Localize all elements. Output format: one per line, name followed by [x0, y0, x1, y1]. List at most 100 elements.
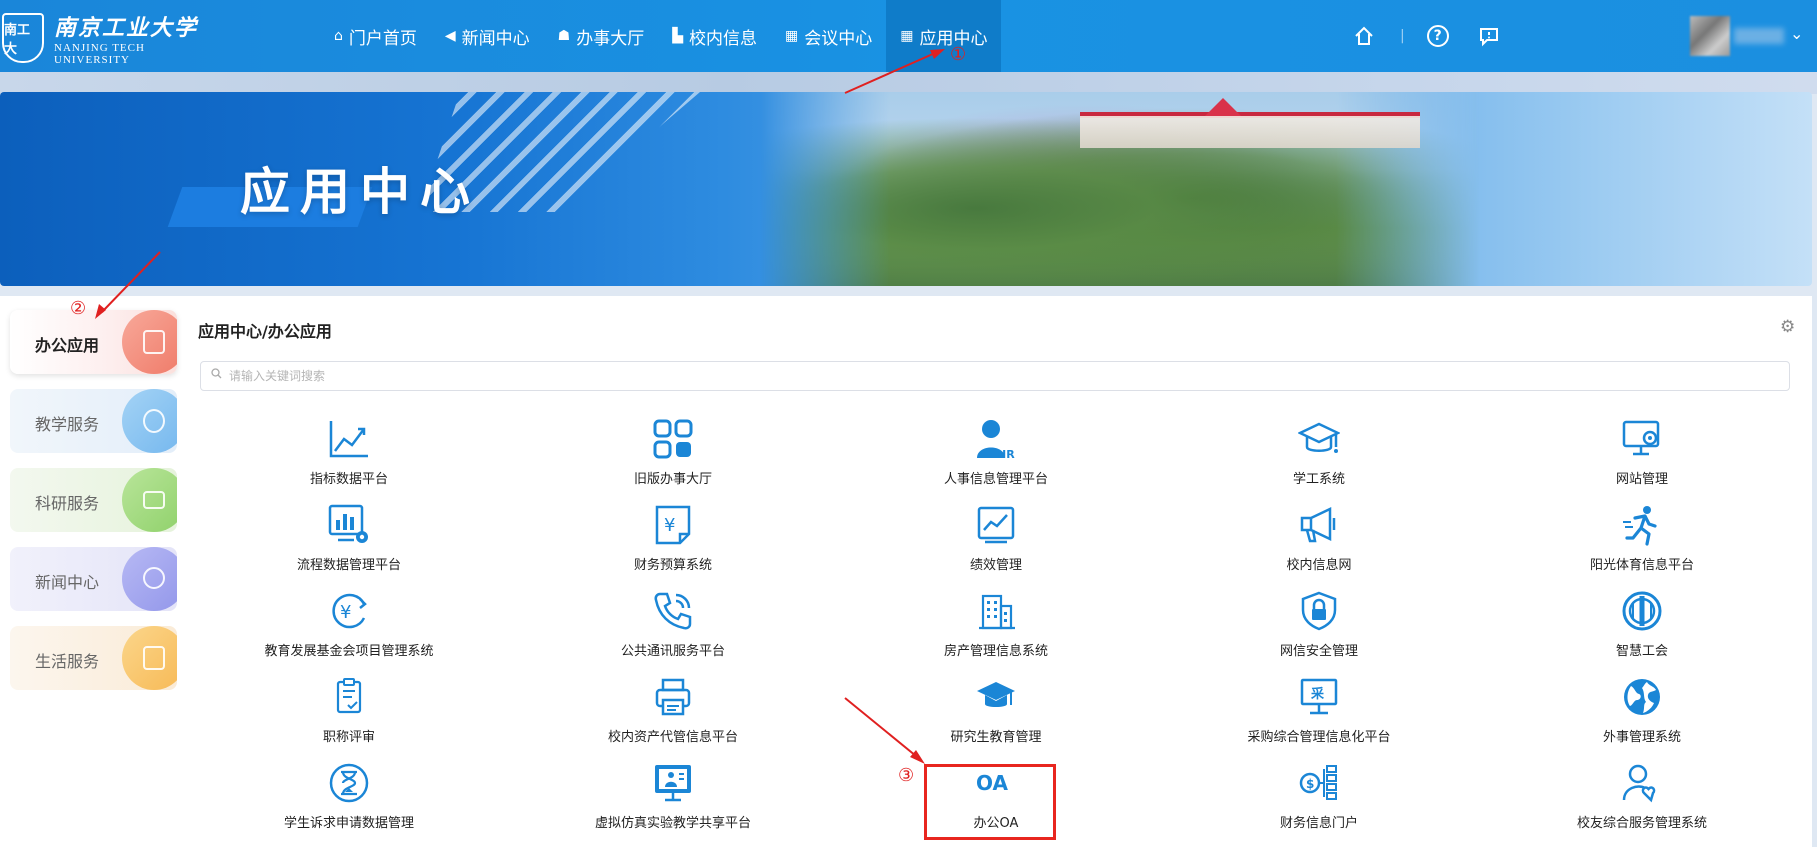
sidebar-item-research-services[interactable]: 科研服务 [10, 468, 177, 532]
svg-text:¥: ¥ [340, 602, 351, 623]
app-performance-management[interactable]: 绩效管理 [878, 504, 1108, 584]
app-alumni-service-system[interactable]: 校友综合服务管理系统 [1524, 762, 1754, 842]
sidebar-item-label: 教学服务 [35, 415, 100, 434]
app-process-data-platform[interactable]: 流程数据管理平台 [231, 504, 461, 584]
chevron-down-icon[interactable]: ⌄ [1790, 24, 1803, 43]
app-label: 虚拟仿真实验教学共享平台 [594, 816, 751, 831]
app-label: 校友综合服务管理系统 [1576, 816, 1707, 831]
home-icon[interactable] [1350, 22, 1378, 50]
search-icon [211, 368, 222, 382]
message-icon[interactable] [1475, 22, 1503, 50]
app-legacy-service-hall[interactable]: 旧版办事大厅 [555, 418, 785, 498]
graduation-cap-icon [1298, 418, 1340, 460]
app-label: 阳光体育信息平台 [1589, 558, 1694, 573]
search-box[interactable] [200, 361, 1790, 391]
app-label: 外事管理系统 [1602, 730, 1681, 745]
sidebar-item-news-center[interactable]: 新闻中心 [10, 547, 177, 611]
annotation-highlight-box [924, 764, 1056, 840]
app-finance-info-portal[interactable]: $ 财务信息门户 [1201, 762, 1431, 842]
app-property-management-system[interactable]: 房产管理信息系统 [878, 590, 1108, 670]
help-icon[interactable]: ? [1426, 25, 1449, 47]
app-sunshine-sports-platform[interactable]: 阳光体育信息平台 [1524, 504, 1754, 584]
svg-text:¥: ¥ [664, 515, 675, 536]
app-indicator-data-platform[interactable]: 指标数据平台 [231, 418, 461, 498]
svg-text:采: 采 [1310, 686, 1325, 702]
app-campus-info-network[interactable]: 校内信息网 [1201, 504, 1431, 584]
clipboard-check-icon [328, 676, 370, 718]
app-smart-union[interactable]: 智慧工会 [1524, 590, 1754, 670]
app-public-communication-platform[interactable]: 公共通讯服务平台 [555, 590, 785, 670]
app-virtual-simulation-platform[interactable]: 虚拟仿真实验教学共享平台 [555, 762, 785, 842]
app-label: 教育发展基金会项目管理系统 [264, 644, 434, 659]
search-input[interactable] [229, 366, 1769, 386]
logo-text: 南京工业大学 NANJING TECH UNIVERSITY [54, 10, 198, 66]
app-graduate-education-management[interactable]: 研究生教育管理 [878, 676, 1108, 756]
app-label: 人事信息管理平台 [943, 472, 1048, 487]
chat-bubble-icon [143, 567, 165, 589]
banner: 应用中心 [0, 92, 1812, 286]
sidebar-item-office-apps[interactable]: 办公应用 [10, 310, 177, 374]
nav-item-news-center[interactable]: ◀ 新闻中心 [431, 0, 544, 72]
university-logo[interactable]: 南工大 南京工业大学 NANJING TECH UNIVERSITY [2, 10, 198, 66]
app-label: 采购综合管理信息化平台 [1247, 730, 1391, 745]
nav-label: 办事大厅 [576, 28, 645, 49]
megaphone-icon: ◀ [444, 28, 456, 44]
sidebar-item-teaching-services[interactable]: 教学服务 [10, 389, 177, 453]
gear-icon[interactable]: ⚙ [1780, 317, 1795, 337]
header-tools: | ? [1350, 0, 1503, 72]
app-label: 财务信息门户 [1279, 816, 1358, 831]
annotation-step-3: ③ [898, 765, 915, 786]
university-seal-icon: 南工大 [2, 13, 44, 63]
app-professional-title-review[interactable]: 职称评审 [231, 676, 461, 756]
phone-icon [652, 590, 694, 632]
bar-chart-gear-icon [328, 504, 370, 546]
svg-text:HR: HR [997, 448, 1015, 460]
nav-item-campus-info[interactable]: ▙ 校内信息 [658, 0, 771, 72]
app-label: 职称评审 [322, 730, 375, 745]
table-icon: ▦ [785, 28, 799, 44]
app-label: 学工系统 [1292, 472, 1345, 487]
nav-label: 新闻中心 [461, 28, 530, 49]
logo-english-line-1: NANJING TECH [54, 42, 145, 54]
top-navbar: 南工大 南京工业大学 NANJING TECH UNIVERSITY ⌂ 门户首… [0, 0, 1817, 72]
megaphone-icon [1298, 504, 1340, 546]
user-name-blurred [1734, 28, 1784, 44]
nav-label: 校内信息 [689, 28, 758, 49]
app-label: 流程数据管理平台 [296, 558, 401, 573]
banner-title: 应用中心 [240, 163, 480, 221]
hr-person-icon: HR [975, 418, 1017, 460]
runner-icon [1621, 504, 1663, 546]
app-label: 网信安全管理 [1279, 644, 1358, 659]
user-avatar[interactable] [1690, 16, 1730, 56]
app-hr-info-platform[interactable]: HR 人事信息管理平台 [878, 418, 1108, 498]
app-student-appeal-data-management[interactable]: 学生诉求申请数据管理 [231, 762, 461, 842]
annotation-step-1: ① [950, 44, 967, 65]
monitor-gear-icon [1621, 418, 1663, 460]
app-student-affairs-system[interactable]: 学工系统 [1201, 418, 1431, 498]
app-asset-custody-platform[interactable]: 校内资产代管信息平台 [555, 676, 785, 756]
logo-english-line-2: UNIVERSITY [54, 54, 130, 66]
sidebar-item-life-services[interactable]: 生活服务 [10, 626, 177, 690]
procurement-screen-icon: 采 [1298, 676, 1340, 718]
app-label: 网站管理 [1615, 472, 1668, 487]
screen-icon [143, 491, 165, 509]
app-finance-budget-system[interactable]: ¥ 财务预算系统 [555, 504, 785, 584]
teacher-icon [143, 409, 165, 433]
app-cyber-security-management[interactable]: 网信安全管理 [1201, 590, 1431, 670]
nav-item-meeting-center[interactable]: ▦ 会议中心 [771, 0, 886, 72]
app-label: 旧版办事大厅 [633, 472, 712, 487]
campus-building [1080, 116, 1420, 148]
presentation-screen-icon [652, 762, 694, 804]
app-procurement-management-platform[interactable]: 采 采购综合管理信息化平台 [1201, 676, 1431, 756]
grid-icon: ▦ [900, 28, 914, 44]
nav-item-service-hall[interactable]: ☗ 办事大厅 [544, 0, 659, 72]
app-foreign-affairs-system[interactable]: 外事管理系统 [1524, 676, 1754, 756]
buildings-icon [975, 590, 1017, 632]
nav-item-portal-home[interactable]: ⌂ 门户首页 [320, 0, 431, 72]
nav-item-app-center[interactable]: ▦ 应用中心 [886, 0, 1002, 72]
globe-icon [1621, 676, 1663, 718]
hat-icon: ☗ [557, 28, 571, 44]
app-website-management[interactable]: 网站管理 [1524, 418, 1754, 498]
app-label: 研究生教育管理 [950, 730, 1042, 745]
app-education-foundation-system[interactable]: ¥ 教育发展基金会项目管理系统 [231, 590, 461, 670]
